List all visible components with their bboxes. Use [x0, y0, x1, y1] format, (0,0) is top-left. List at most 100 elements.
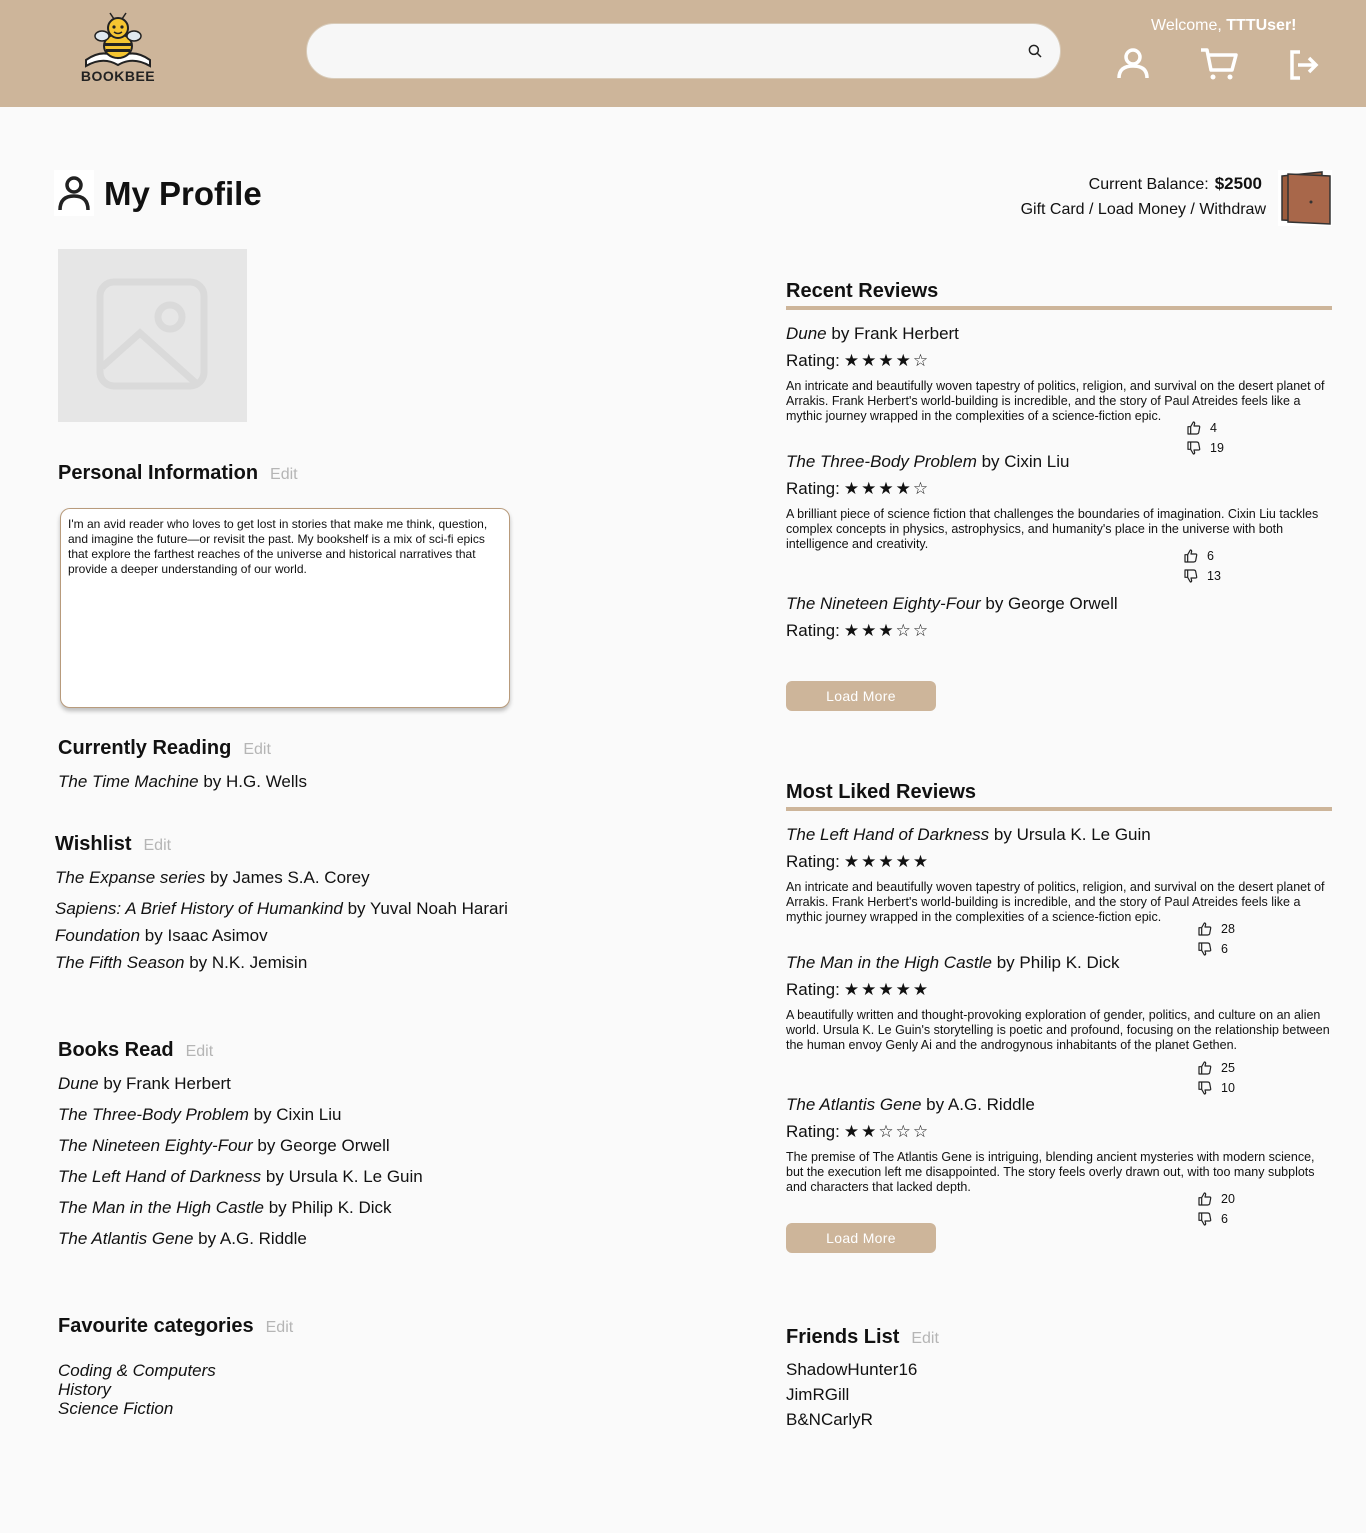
dislike-control[interactable]: 6 [1197, 1211, 1228, 1227]
review-book[interactable]: The Atlantis Gene by A.G. Riddle [786, 1095, 1035, 1115]
books-read-item[interactable]: The Atlantis Gene by A.G. Riddle [58, 1229, 307, 1249]
cart-icon[interactable] [1199, 44, 1239, 84]
rating-stars: ★★★★☆ [843, 479, 931, 498]
review-rating: Rating: ★★★☆☆ [786, 621, 930, 641]
logout-icon[interactable] [1284, 44, 1324, 84]
rating-label: Rating: [786, 479, 840, 498]
dislike-count: 6 [1221, 1212, 1228, 1226]
wishlist-item[interactable]: The Expanse series by James S.A. Corey [55, 868, 370, 888]
review-text: The premise of The Atlantis Gene is intr… [786, 1150, 1315, 1194]
currently-reading-title: Currently Reading [58, 737, 232, 759]
dislike-count: 6 [1221, 942, 1228, 956]
book-author: by Frank Herbert [98, 1074, 231, 1093]
thumbs-down-icon[interactable] [1183, 568, 1199, 584]
thumbs-up-icon[interactable] [1197, 1060, 1213, 1076]
book-author: by Philip K. Dick [992, 953, 1120, 972]
book-author: by Isaac Asimov [140, 926, 268, 945]
rating-label: Rating: [786, 621, 840, 640]
personal-info-title: Personal Information [58, 462, 259, 484]
like-count: 25 [1221, 1061, 1235, 1075]
book-title: Dune [58, 1074, 99, 1093]
books-read-edit-link[interactable]: Edit [186, 1043, 214, 1060]
review-book[interactable]: The Left Hand of Darkness by Ursula K. L… [786, 825, 1151, 845]
like-count: 28 [1221, 922, 1235, 936]
thumbs-down-icon[interactable] [1197, 1080, 1213, 1096]
like-control[interactable]: 28 [1197, 921, 1235, 937]
like-count: 20 [1221, 1192, 1235, 1206]
book-author: by Cixin Liu [976, 452, 1070, 471]
currently-reading-item[interactable]: The Time Machine by H.G. Wells [58, 772, 307, 792]
bookbee-logo[interactable]: BOOKBEE [68, 10, 168, 90]
friend-item[interactable]: JimRGill [786, 1385, 849, 1405]
thumbs-up-icon[interactable] [1186, 420, 1202, 436]
wishlist-item[interactable]: Foundation by Isaac Asimov [55, 926, 268, 946]
rating-stars: ★★★☆☆ [843, 621, 931, 640]
book-title: The Man in the High Castle [58, 1198, 264, 1217]
currently-reading-header: Currently Reading Edit [58, 737, 271, 760]
books-read-item[interactable]: Dune by Frank Herbert [58, 1074, 231, 1094]
search-icon[interactable] [1026, 42, 1044, 60]
review-book[interactable]: The Man in the High Castle by Philip K. … [786, 953, 1120, 973]
currently-reading-edit-link[interactable]: Edit [243, 741, 271, 758]
review-book[interactable]: The Three-Body Problem by Cixin Liu [786, 452, 1069, 472]
avatar-placeholder[interactable] [58, 249, 247, 422]
personal-info-edit-link[interactable]: Edit [270, 466, 298, 483]
friend-item[interactable]: ShadowHunter16 [786, 1360, 917, 1380]
like-control[interactable]: 25 [1197, 1060, 1235, 1076]
liked-reviews-load-more-button[interactable]: Load More [786, 1223, 936, 1253]
thumbs-up-icon[interactable] [1197, 1191, 1213, 1207]
dislike-control[interactable]: 6 [1197, 941, 1228, 957]
thumbs-up-icon[interactable] [1197, 921, 1213, 937]
book-title: The Three-Body Problem [786, 452, 977, 471]
like-control[interactable]: 4 [1186, 420, 1217, 436]
dislike-control[interactable]: 19 [1186, 440, 1224, 456]
thumbs-down-icon[interactable] [1197, 1211, 1213, 1227]
dislike-control[interactable]: 13 [1183, 568, 1221, 584]
friend-item[interactable]: B&NCarlyR [786, 1410, 873, 1430]
dislike-control[interactable]: 10 [1197, 1080, 1235, 1096]
thumbs-down-icon[interactable] [1197, 941, 1213, 957]
welcome-prefix: Welcome, [1151, 17, 1227, 34]
wallet-icon[interactable] [1278, 170, 1332, 226]
category-item[interactable]: Science Fiction [58, 1399, 173, 1418]
category-item[interactable]: Coding & Computers [58, 1361, 216, 1380]
review-book[interactable]: Dune by Frank Herbert [786, 324, 959, 344]
books-read-item[interactable]: The Man in the High Castle by Philip K. … [58, 1198, 392, 1218]
friends-edit-link[interactable]: Edit [911, 1330, 939, 1347]
friends-title: Friends List [786, 1326, 900, 1348]
balance-label: Current Balance: [1088, 176, 1209, 193]
category-item[interactable]: History [58, 1380, 111, 1399]
wishlist-item[interactable]: The Fifth Season by N.K. Jemisin [55, 953, 307, 973]
books-read-item[interactable]: The Three-Body Problem by Cixin Liu [58, 1105, 341, 1125]
wallet-actions-link[interactable]: Gift Card / Load Money / Withdraw [1021, 197, 1266, 222]
book-author: by Yuval Noah Harari [342, 899, 508, 918]
recent-reviews-divider [786, 306, 1332, 310]
recent-reviews-load-more-button[interactable]: Load More [786, 681, 936, 711]
rating-stars: ★★☆☆☆ [843, 1122, 931, 1141]
user-icon[interactable] [1113, 44, 1153, 84]
thumbs-down-icon[interactable] [1186, 440, 1202, 456]
review-rating: Rating: ★★★★☆ [786, 479, 930, 499]
liked-reviews-divider [786, 807, 1332, 811]
categories-edit-link[interactable]: Edit [266, 1319, 294, 1336]
liked-reviews-title: Most Liked Reviews [786, 781, 977, 803]
like-count: 6 [1207, 549, 1214, 563]
book-title: The Expanse series [55, 868, 206, 887]
wishlist-item[interactable]: Sapiens: A Brief History of Humankind by… [55, 899, 508, 919]
like-control[interactable]: 20 [1197, 1191, 1235, 1207]
bio-textbox[interactable]: I'm an avid reader who loves to get lost… [60, 508, 510, 708]
book-title: The Atlantis Gene [58, 1229, 194, 1248]
balance-value: $2500 [1214, 174, 1262, 193]
like-control[interactable]: 6 [1183, 548, 1214, 564]
search-input[interactable] [306, 23, 1061, 79]
rating-stars: ★★★★★ [843, 852, 931, 871]
wishlist-edit-link[interactable]: Edit [144, 837, 172, 854]
review-book[interactable]: The Nineteen Eighty-Four by George Orwel… [786, 594, 1118, 614]
thumbs-up-icon[interactable] [1183, 548, 1199, 564]
rating-label: Rating: [786, 351, 840, 370]
wishlist-title: Wishlist [55, 833, 132, 855]
friends-header: Friends List Edit [786, 1326, 939, 1349]
books-read-item[interactable]: The Nineteen Eighty-Four by George Orwel… [58, 1136, 390, 1156]
books-read-item[interactable]: The Left Hand of Darkness by Ursula K. L… [58, 1167, 423, 1187]
rating-stars: ★★★★★ [843, 980, 931, 999]
